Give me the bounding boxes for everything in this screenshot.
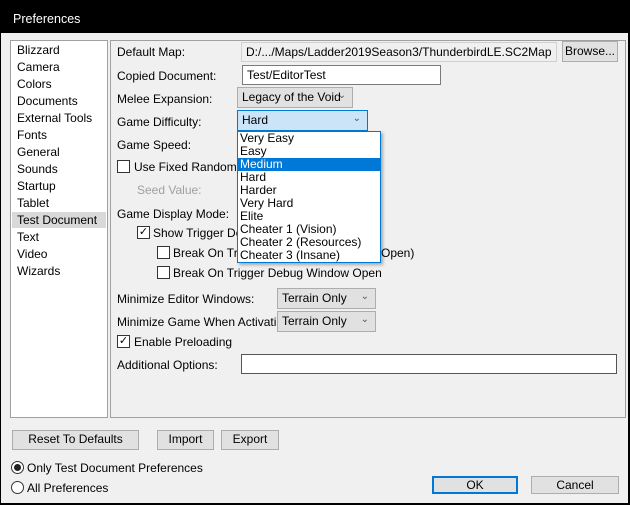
break-trigger-checkbox[interactable] xyxy=(157,246,170,259)
chevron-down-icon: ⌄ xyxy=(360,314,369,325)
cancel-button[interactable]: Cancel xyxy=(531,476,619,494)
minimize-editor-label: Minimize Editor Windows: xyxy=(117,292,255,306)
default-map-field[interactable]: D:/.../Maps/Ladder2019Season3/Thunderbir… xyxy=(241,42,557,62)
copied-document-input[interactable]: Test/EditorTest xyxy=(242,65,441,85)
break-window-checkbox[interactable] xyxy=(157,266,170,279)
preloading-checkbox[interactable]: ✓ xyxy=(117,335,130,348)
sidebar-item-sounds[interactable]: Sounds xyxy=(17,161,105,177)
melee-expansion-value: Legacy of the Void xyxy=(242,90,341,104)
category-list[interactable]: Blizzard Camera Colors Documents External To… xyxy=(10,40,108,418)
only-test-document-radio[interactable] xyxy=(11,461,24,474)
display-mode-label: Game Display Mode: xyxy=(117,207,230,221)
minimize-editor-select[interactable]: Terrain Only ⌄ xyxy=(277,288,376,309)
melee-expansion-select[interactable]: Legacy of the Void ⌄ xyxy=(237,87,353,108)
break-trigger-label-tail: Open) xyxy=(381,246,415,260)
all-preferences-radio[interactable] xyxy=(11,481,24,494)
sidebar-item-tablet[interactable]: Tablet xyxy=(17,195,105,211)
break-window-label: Break On Trigger Debug Window Open xyxy=(173,266,382,280)
chevron-down-icon: ⌄ xyxy=(337,90,346,101)
sidebar-item-external-tools[interactable]: External Tools xyxy=(17,110,105,126)
sidebar-item-camera[interactable]: Camera xyxy=(17,59,105,75)
preloading-label: Enable Preloading xyxy=(134,335,233,349)
game-difficulty-value: Hard xyxy=(242,113,269,127)
chevron-down-icon: ⌄ xyxy=(360,291,369,302)
chevron-down-icon: ⌄ xyxy=(352,113,361,124)
sidebar-item-text[interactable]: Text xyxy=(17,229,105,245)
game-difficulty-label: Game Difficulty: xyxy=(117,115,202,129)
fixed-seed-checkbox[interactable] xyxy=(117,160,130,173)
sidebar-item-colors[interactable]: Colors xyxy=(17,76,105,92)
sidebar-item-general[interactable]: General xyxy=(17,144,105,160)
default-map-label: Default Map: xyxy=(117,45,186,59)
break-trigger-label: Break On Trig xyxy=(173,246,248,260)
additional-options-input[interactable] xyxy=(241,354,617,374)
sidebar-item-blizzard[interactable]: Blizzard xyxy=(17,42,105,58)
difficulty-dropdown-list[interactable]: Very Easy Easy Medium Hard Harder Very Hard El… xyxy=(237,131,381,263)
sidebar-item-test-document[interactable]: Test Document xyxy=(12,212,106,228)
additional-options-label: Additional Options: xyxy=(117,358,218,372)
minimize-game-label: Minimize Game When Activating: xyxy=(117,315,294,329)
seed-value-label: Seed Value: xyxy=(137,183,202,197)
sidebar-item-startup[interactable]: Startup xyxy=(17,178,105,194)
sidebar-item-fonts[interactable]: Fonts xyxy=(17,127,105,143)
export-button[interactable]: Export xyxy=(221,430,279,450)
minimize-game-select[interactable]: Terrain Only ⌄ xyxy=(277,311,376,332)
show-trigger-label: Show Trigger Deb xyxy=(153,226,250,240)
import-button[interactable]: Import xyxy=(157,430,214,450)
reset-defaults-button[interactable]: Reset To Defaults xyxy=(12,430,139,450)
game-difficulty-select[interactable]: Hard ⌄ xyxy=(237,110,368,131)
title-bar: Preferences xyxy=(0,0,630,33)
ok-button[interactable]: OK xyxy=(432,476,518,494)
sidebar-item-video[interactable]: Video xyxy=(17,246,105,262)
all-preferences-label: All Preferences xyxy=(27,481,109,495)
show-trigger-checkbox[interactable]: ✓ xyxy=(137,226,150,239)
melee-expansion-label: Melee Expansion: xyxy=(117,92,213,106)
game-speed-label: Game Speed: xyxy=(117,138,192,152)
sidebar-item-wizards[interactable]: Wizards xyxy=(17,263,105,279)
browse-button[interactable]: Browse... xyxy=(562,41,618,62)
minimize-editor-value: Terrain Only xyxy=(282,291,347,305)
only-test-document-label: Only Test Document Preferences xyxy=(27,461,203,475)
copied-document-label: Copied Document: xyxy=(117,69,217,83)
sidebar-item-documents[interactable]: Documents xyxy=(17,93,105,109)
minimize-game-value: Terrain Only xyxy=(282,314,347,328)
dropdown-option[interactable]: Cheater 3 (Insane) xyxy=(238,249,380,262)
